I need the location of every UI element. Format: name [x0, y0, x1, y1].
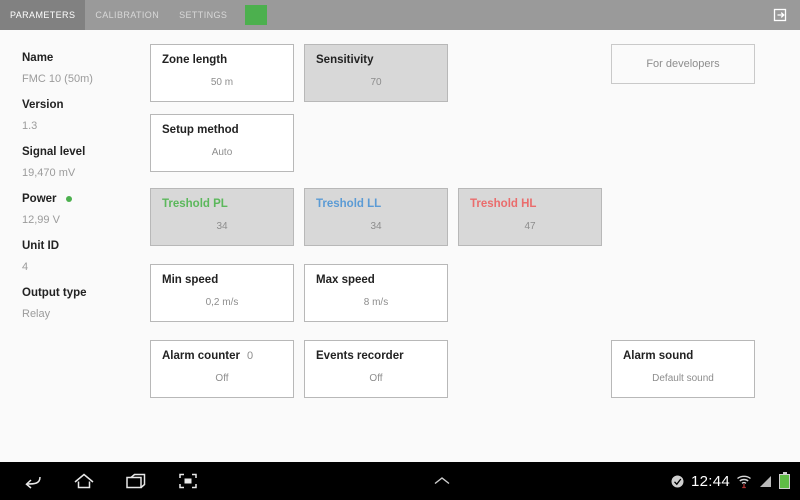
tab-parameters-label: PARAMETERS: [10, 10, 76, 20]
info-label-output-type: Output type: [22, 287, 150, 299]
screenshot-button[interactable]: [162, 462, 214, 500]
card-treshold-pl-title: Treshold PL: [162, 198, 228, 210]
card-zone-length-title: Zone length: [162, 54, 228, 66]
card-alarm-sound[interactable]: Alarm sound Default sound: [611, 340, 755, 398]
card-alarm-counter-count: 0: [246, 350, 254, 362]
app-root: PARAMETERS CALIBRATION SETTINGS Name FMC…: [0, 0, 800, 500]
power-status-dot-icon: [65, 196, 72, 202]
card-min-speed-value: 0,2 m/s: [205, 297, 239, 308]
card-min-speed-title: Min speed: [162, 274, 219, 286]
card-sensitivity[interactable]: Sensitivity 70: [304, 44, 448, 102]
card-max-speed-value: 8 m/s: [363, 297, 389, 308]
nav-left-group: [6, 462, 214, 500]
card-zone-length[interactable]: Zone length 50 m: [150, 44, 294, 102]
card-sensitivity-value: 70: [370, 77, 382, 88]
system-status-group[interactable]: 12:44: [670, 471, 790, 490]
alarm-clock-icon: [671, 475, 684, 487]
status-clock: 12:44: [690, 472, 730, 490]
info-label-power: Power: [22, 193, 150, 205]
info-value-output-type: Relay: [22, 308, 51, 320]
card-alarm-counter-value: Off: [215, 373, 229, 384]
card-events-recorder-title: Events recorder: [316, 350, 404, 362]
info-label-output-type-text: Output type: [22, 287, 87, 299]
card-events-recorder-value: Off: [369, 373, 383, 384]
info-value-signal-level: 19,470 mV: [22, 167, 76, 179]
expand-navbar-button[interactable]: [416, 462, 468, 500]
card-min-speed[interactable]: Min speed 0,2 m/s: [150, 264, 294, 322]
back-arrow-icon: [25, 476, 41, 489]
card-treshold-ll-value: 34: [370, 221, 382, 232]
tab-parameters[interactable]: PARAMETERS: [0, 0, 86, 30]
card-setup-method[interactable]: Setup method Auto: [150, 114, 294, 172]
for-developers-button[interactable]: For developers: [611, 44, 755, 84]
card-setup-method-value: Auto: [211, 147, 233, 158]
info-value-unit-id: 4: [22, 261, 29, 273]
card-treshold-hl-value: 47: [524, 221, 536, 232]
cellular-signal-icon: [760, 475, 771, 487]
card-treshold-hl[interactable]: Treshold HL 47: [458, 188, 602, 246]
recent-apps-button[interactable]: [110, 462, 162, 500]
card-alarm-sound-title: Alarm sound: [623, 350, 694, 362]
card-treshold-ll[interactable]: Treshold LL 34: [304, 188, 448, 246]
connection-status-chip[interactable]: [245, 5, 268, 25]
info-label-name-text: Name: [22, 52, 54, 64]
tab-settings-label: SETTINGS: [179, 10, 228, 20]
home-button[interactable]: [58, 462, 110, 500]
back-button[interactable]: [6, 462, 58, 500]
parameter-card-grid: Zone length 50 m Sensitivity 70 For deve…: [150, 30, 800, 462]
card-treshold-pl[interactable]: Treshold PL 34: [150, 188, 294, 246]
info-label-version-text: Version: [22, 99, 64, 111]
info-label-unit-id: Unit ID: [22, 240, 150, 252]
info-value-name: FMC 10 (50m): [22, 73, 93, 85]
card-events-recorder[interactable]: Events recorder Off: [304, 340, 448, 398]
card-treshold-ll-title: Treshold LL: [316, 198, 382, 210]
card-alarm-counter[interactable]: Alarm counter 0 Off: [150, 340, 294, 398]
card-max-speed-title: Max speed: [316, 274, 375, 286]
nav-center-group: [214, 462, 670, 500]
battery-icon: [779, 471, 790, 489]
info-label-unit-id-text: Unit ID: [22, 240, 60, 252]
tab-settings[interactable]: SETTINGS: [169, 0, 237, 30]
info-label-signal-level: Signal level: [22, 146, 150, 158]
tab-calibration[interactable]: CALIBRATION: [85, 0, 169, 30]
home-icon: [74, 473, 94, 489]
exit-icon: [773, 8, 787, 22]
card-treshold-pl-value: 34: [216, 221, 228, 232]
android-navigation-bar: 12:44: [0, 462, 800, 500]
wifi-icon: [737, 475, 751, 488]
info-value-power: 12,99 V: [22, 214, 60, 226]
recent-apps-icon: [126, 473, 146, 489]
card-alarm-counter-title-text: Alarm counter: [162, 350, 240, 362]
info-label-power-text: Power: [22, 193, 57, 205]
tab-calibration-label: CALIBRATION: [95, 10, 160, 20]
info-value-version: 1.3: [22, 120, 38, 132]
screen-capture-icon: [179, 473, 197, 489]
card-max-speed[interactable]: Max speed 8 m/s: [304, 264, 448, 322]
card-setup-method-title: Setup method: [162, 124, 239, 136]
info-label-signal-level-text: Signal level: [22, 146, 86, 158]
info-label-name: Name: [22, 52, 150, 64]
device-info-panel: Name FMC 10 (50m) Version 1.3 Signal lev…: [0, 30, 150, 462]
top-tab-bar: PARAMETERS CALIBRATION SETTINGS: [0, 0, 800, 30]
exit-button[interactable]: [760, 0, 800, 30]
info-label-version: Version: [22, 99, 150, 111]
for-developers-label: For developers: [646, 58, 720, 70]
card-zone-length-value: 50 m: [210, 77, 234, 88]
card-treshold-hl-title: Treshold HL: [470, 198, 537, 210]
card-sensitivity-title: Sensitivity: [316, 54, 374, 66]
card-alarm-sound-value: Default sound: [652, 373, 714, 384]
card-alarm-counter-title: Alarm counter 0: [162, 350, 282, 363]
chevron-up-icon: [434, 477, 450, 485]
